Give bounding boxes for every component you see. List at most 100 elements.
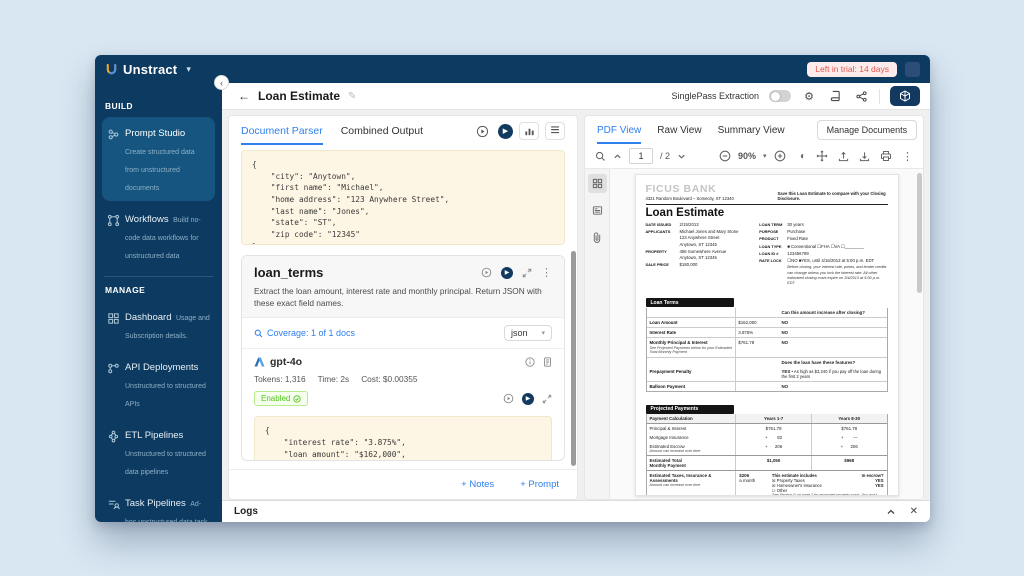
singlepass-label: SinglePass Extraction bbox=[671, 91, 759, 101]
tab-raw-view[interactable]: Raw View bbox=[657, 117, 701, 144]
run-prompt-icon[interactable] bbox=[481, 267, 492, 278]
tab-document-parser[interactable]: Document Parser bbox=[241, 117, 323, 145]
share-icon[interactable] bbox=[853, 90, 869, 102]
enabled-badge[interactable]: Enabled bbox=[254, 391, 309, 407]
pdf-page-area: FICUS BANK 4321 Random Boulevard – Somec… bbox=[610, 169, 923, 499]
thumbnails-icon[interactable] bbox=[587, 174, 607, 193]
manage-documents-button[interactable]: Manage Documents bbox=[816, 120, 918, 140]
attachments-icon[interactable] bbox=[588, 228, 607, 247]
doc-field-label: LOAN TYPE bbox=[759, 243, 782, 249]
sidebar-item-api-deployments[interactable]: API Deployments Unstructured to structur… bbox=[102, 351, 215, 417]
logs-close-icon[interactable]: ✕ bbox=[910, 506, 918, 517]
doc-cell: Mortgage Insurance bbox=[649, 435, 689, 441]
sidebar-section-manage: MANAGE bbox=[105, 285, 146, 295]
sidebar-item-workflows[interactable]: Workflows Build no-code data workflows f… bbox=[102, 203, 215, 269]
page-up-icon[interactable] bbox=[613, 152, 622, 161]
divider bbox=[645, 204, 888, 205]
add-notes-button[interactable]: + Notes bbox=[461, 479, 494, 490]
page-down-icon[interactable] bbox=[677, 152, 686, 161]
azure-openai-icon bbox=[254, 357, 265, 367]
download-icon[interactable] bbox=[859, 151, 870, 162]
zoom-level[interactable]: 90% bbox=[738, 151, 756, 161]
doc-field-label: APPLICANTS bbox=[645, 229, 671, 235]
doc-col-header: Payment Calculation bbox=[649, 416, 693, 422]
zoom-in-icon[interactable] bbox=[774, 150, 786, 162]
doc-cell: Interest Rate bbox=[649, 329, 677, 335]
expand-icon[interactable] bbox=[522, 268, 532, 278]
run-all-button[interactable]: ▶ bbox=[498, 123, 513, 139]
list-view-icon[interactable]: ≡ bbox=[545, 122, 565, 140]
search-icon[interactable] bbox=[595, 151, 606, 162]
doc-cell: NO bbox=[781, 384, 789, 390]
pdf-scrollbar[interactable] bbox=[917, 173, 922, 293]
kebab-menu-icon[interactable]: ⋮ bbox=[541, 266, 552, 279]
doc-cell-note: a month bbox=[739, 478, 756, 484]
doc-bank-address: 4321 Random Boulevard – Somecity, ST 123… bbox=[645, 196, 734, 201]
doc-cell: YES bbox=[875, 483, 884, 489]
contrast-icon[interactable]: ◐ bbox=[800, 151, 806, 162]
logs-expand-icon[interactable] bbox=[886, 507, 896, 517]
enabled-label: Enabled bbox=[261, 394, 291, 404]
logo-text: Unstract bbox=[123, 61, 178, 77]
sidebar-item-task-pipelines[interactable]: Task Pipelines Ad-hoc unstructured data … bbox=[102, 487, 215, 522]
export-project-button[interactable] bbox=[890, 86, 920, 106]
sidebar-section-build: BUILD bbox=[105, 101, 133, 111]
prompt-card-loan-terms: loan_terms ▶ ⋮ Extract the loan amount, … bbox=[241, 255, 565, 461]
expand-output-icon[interactable] bbox=[542, 394, 552, 404]
doc-section-loan-terms: Loan Terms bbox=[645, 298, 734, 308]
cost-stat: Cost: $0.00355 bbox=[361, 374, 418, 385]
sidebar-item-prompt-studio[interactable]: Prompt Studio Create structured data fro… bbox=[102, 117, 215, 201]
print-icon[interactable] bbox=[880, 150, 892, 162]
doc-cell: NO bbox=[781, 339, 789, 345]
settings-gear-icon[interactable]: ⚙ bbox=[801, 90, 817, 103]
unstract-logo[interactable]: Unstract ▾ bbox=[105, 62, 191, 77]
parser-tabs: Document Parser Combined Output ▶ ≡ bbox=[229, 116, 577, 146]
outline-icon[interactable] bbox=[588, 201, 607, 220]
edit-title-icon[interactable]: ✎ bbox=[348, 91, 356, 102]
add-prompt-button[interactable]: + Prompt bbox=[520, 479, 559, 490]
run-model-dark-icon[interactable]: ▶ bbox=[522, 392, 534, 405]
upload-icon[interactable] bbox=[838, 151, 849, 162]
doc-field-value: 456 Somewhere Avenue Anytown, ST 12345 bbox=[679, 248, 727, 261]
doc-cell: $761.78 bbox=[735, 424, 811, 434]
info-icon[interactable] bbox=[525, 357, 535, 368]
tokens-stat: Tokens: 1,316 bbox=[254, 374, 306, 385]
prompt-name: loan_terms bbox=[254, 265, 324, 281]
tab-summary-view[interactable]: Summary View bbox=[718, 117, 785, 144]
doc-cell: Balloon Payment bbox=[649, 384, 686, 390]
chart-icon[interactable] bbox=[519, 122, 539, 140]
sidebar-item-desc: Unstructured to structured data pipeline… bbox=[125, 451, 206, 476]
sidebar-item-etl-pipelines[interactable]: ETL Pipelines Unstructured to structured… bbox=[102, 419, 215, 485]
sidebar-collapse-button[interactable]: ‹ bbox=[214, 75, 229, 90]
tab-pdf-view[interactable]: PDF View bbox=[597, 117, 642, 144]
sidebar-item-dashboard[interactable]: Dashboard Usage and Subscription details… bbox=[102, 301, 215, 349]
zoom-dropdown-icon[interactable]: ▾ bbox=[763, 152, 767, 160]
sidebar-item-label: Prompt Studio bbox=[125, 128, 186, 139]
more-options-icon[interactable]: ⋮ bbox=[902, 150, 913, 163]
doc-cell: Monthly Principal & Interest bbox=[649, 339, 708, 345]
project-title: Loan Estimate bbox=[258, 89, 341, 103]
doc-cell: Principal & Interest bbox=[649, 426, 687, 432]
page-number-input[interactable] bbox=[629, 148, 653, 164]
singlepass-toggle[interactable] bbox=[769, 90, 791, 102]
chevron-down-icon[interactable]: ▾ bbox=[186, 64, 191, 75]
run-model-icon[interactable] bbox=[503, 393, 514, 404]
tab-combined-output[interactable]: Combined Output bbox=[341, 117, 423, 145]
avatar[interactable] bbox=[905, 61, 920, 77]
output-format-select[interactable]: json ▾ bbox=[503, 325, 552, 342]
sidebar-item-desc: Create structured data from unstructured… bbox=[125, 149, 195, 192]
doc-projected-payments-table: Payment Calculation Years 1-7 Years 8-30… bbox=[645, 414, 888, 495]
coverage-link[interactable]: Coverage: 1 of 1 docs bbox=[254, 328, 355, 338]
parser-scrollbar[interactable] bbox=[571, 251, 576, 466]
parser-footer: + Notes + Prompt bbox=[229, 469, 577, 499]
run-prompt-icon[interactable] bbox=[472, 122, 492, 140]
run-prompt-dark-icon[interactable]: ▶ bbox=[501, 266, 513, 279]
back-button[interactable]: ← bbox=[238, 89, 250, 103]
doc-field-value: 123456789 bbox=[787, 250, 809, 256]
pdf-view-tabs: PDF View Raw View Summary View loan-esti… bbox=[585, 116, 923, 144]
pan-icon[interactable] bbox=[816, 150, 828, 162]
doc-cell: Estimated Taxes, Insurance & Assessments bbox=[649, 473, 712, 484]
output-doc-icon[interactable] bbox=[543, 357, 552, 368]
export-tool-icon[interactable] bbox=[827, 90, 843, 102]
zoom-out-icon[interactable] bbox=[719, 150, 731, 162]
